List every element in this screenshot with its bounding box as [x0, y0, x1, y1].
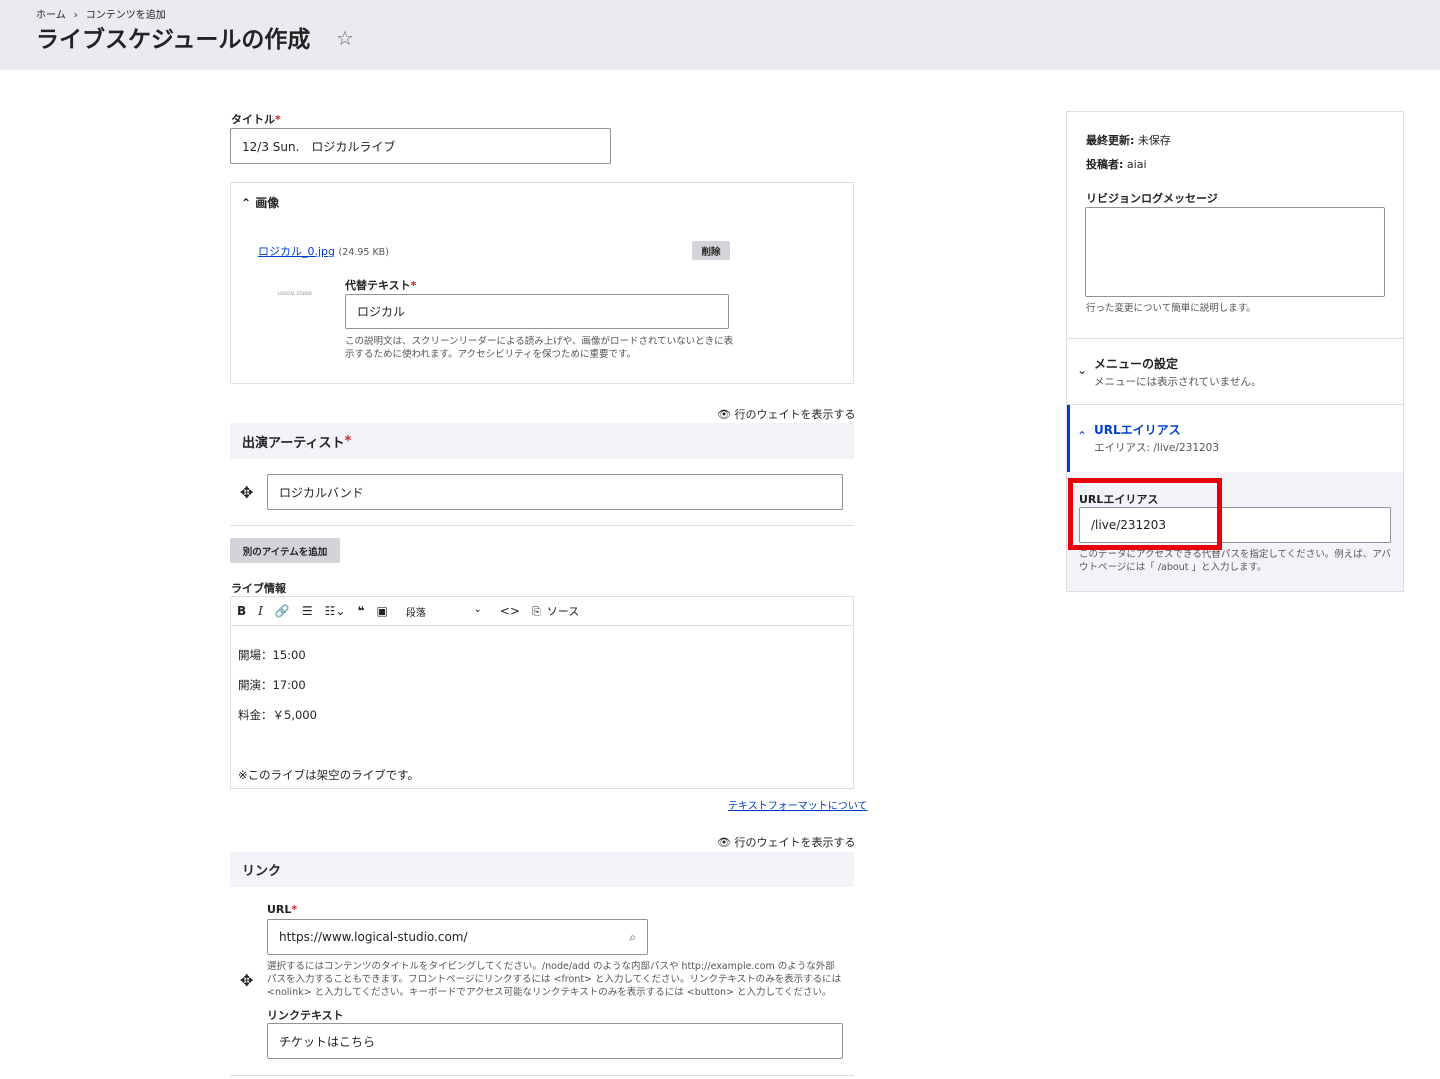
divider — [230, 525, 854, 526]
menu-settings-toggle[interactable]: ⌄ メニューの設定 メニューには表示されていません。 — [1067, 338, 1403, 405]
editor-content[interactable]: 開場：15:00 開演：17:00 料金：￥5,000 ※このライブは架空のライ… — [238, 640, 419, 790]
editor-toolbar: B I 🔗 ☰ ☷⌄ ❝ ▣ 段落 ⌄ <> ⎘ ソース — [231, 597, 853, 626]
drag-handle-icon[interactable]: ✥ — [240, 971, 253, 990]
numbered-list-icon[interactable]: ☷⌄ — [319, 604, 352, 618]
paragraph-select[interactable]: 段落 ⌄ — [394, 604, 494, 619]
last-updated: 最終更新: 未保存 — [1086, 134, 1171, 147]
link-text-label: リンクテキスト — [267, 1009, 344, 1022]
artist-header: 出演アーティスト * — [230, 423, 854, 459]
link-text-input[interactable]: チケットはこちら — [267, 1023, 843, 1059]
editor-line: 料金：￥5,000 — [238, 708, 317, 722]
title-input[interactable]: 12/3 Sun. ロジカルライブ — [230, 128, 611, 164]
drag-handle-icon[interactable]: ✥ — [240, 483, 253, 502]
image-section-toggle[interactable]: ⌃ 画像 — [241, 194, 279, 211]
code-icon[interactable]: <> — [494, 604, 526, 618]
editor-line: ※このライブは架空のライブです。 — [238, 768, 419, 782]
star-icon[interactable]: ☆ — [336, 26, 354, 50]
revision-help: 行った変更について簡単に説明します。 — [1086, 303, 1256, 314]
alt-label: 代替テキスト* — [345, 279, 417, 292]
url-alias-help: このデータにアクセスできる代替パスを指定してください。例えば、アバウトページには… — [1079, 549, 1391, 573]
page-header: ホーム › コンテンツを追加 ライブスケジュールの作成 ☆ — [0, 0, 1440, 70]
divider — [230, 1075, 854, 1076]
revision-log-textarea[interactable] — [1085, 207, 1385, 297]
editor-line: 開演：17:00 — [238, 678, 306, 692]
search-icon: ⌕ — [629, 929, 636, 944]
url-alias-summary: エイリアス: /live/231203 — [1094, 442, 1220, 454]
delete-button[interactable]: 削除 — [692, 241, 730, 260]
image-icon[interactable]: ▣ — [370, 604, 393, 618]
breadcrumb: ホーム › コンテンツを追加 — [36, 6, 174, 21]
artist-input[interactable]: ロジカルバンド — [267, 474, 843, 510]
bullet-list-icon[interactable]: ☰ — [296, 604, 319, 618]
url-label: URL* — [267, 903, 298, 916]
chevron-down-icon: ⌄ — [1077, 363, 1088, 377]
show-weights-link[interactable]: 👁 行のウェイトを表示する — [717, 406, 855, 422]
italic-icon[interactable]: I — [252, 604, 269, 618]
add-item-button[interactable]: 別のアイテムを追加 — [230, 538, 340, 563]
url-help: 選択するにはコンテンツのタイトルをタイピングしてください。/node/add の… — [267, 961, 842, 998]
alt-text-input[interactable]: ロジカル — [345, 294, 729, 329]
image-thumbnail: LOGICAL STUDIO — [278, 291, 312, 296]
url-alias-title: URLエイリアス — [1094, 423, 1181, 437]
chevron-up-icon: ⌃ — [1077, 429, 1088, 443]
url-alias-toggle[interactable]: ⌃ URLエイリアス エイリアス: /live/231203 — [1067, 405, 1403, 472]
url-input[interactable]: https://www.logical-studio.com/⌕ — [267, 919, 648, 955]
bold-icon[interactable]: B — [231, 604, 252, 618]
menu-settings-summary: メニューには表示されていません。 — [1094, 376, 1262, 388]
text-format-link[interactable]: テキストフォーマットについて — [728, 797, 867, 812]
link-icon[interactable]: 🔗 — [269, 604, 296, 618]
title-label: タイトル* — [231, 113, 281, 126]
live-info-label: ライブ情報 — [231, 582, 286, 595]
alt-help: この説明文は、スクリーンリーダーによる読み上げや、画像がロードされていないときに… — [345, 336, 734, 360]
image-file-link[interactable]: ロジカル_0.jpg — [258, 245, 335, 258]
show-weights-link[interactable]: 👁 行のウェイトを表示する — [717, 834, 855, 850]
file-size: (24.95 KB) — [338, 247, 389, 258]
menu-settings-title: メニューの設定 — [1094, 357, 1179, 371]
page-title: ライブスケジュールの作成 — [36, 27, 311, 53]
editor-line: 開場：15:00 — [238, 648, 306, 662]
image-section: ⌃ 画像 ロジカル_0.jpg (24.95 KB) 削除 LOGICAL ST… — [230, 182, 854, 384]
author: 投稿者: aiai — [1086, 158, 1147, 171]
link-header: リンク — [230, 852, 854, 887]
source-button[interactable]: ⎘ ソース — [526, 603, 591, 619]
revision-label: リビジョンログメッセージ — [1086, 192, 1218, 205]
highlight-box — [1068, 478, 1222, 550]
quote-icon[interactable]: ❝ — [351, 604, 370, 618]
